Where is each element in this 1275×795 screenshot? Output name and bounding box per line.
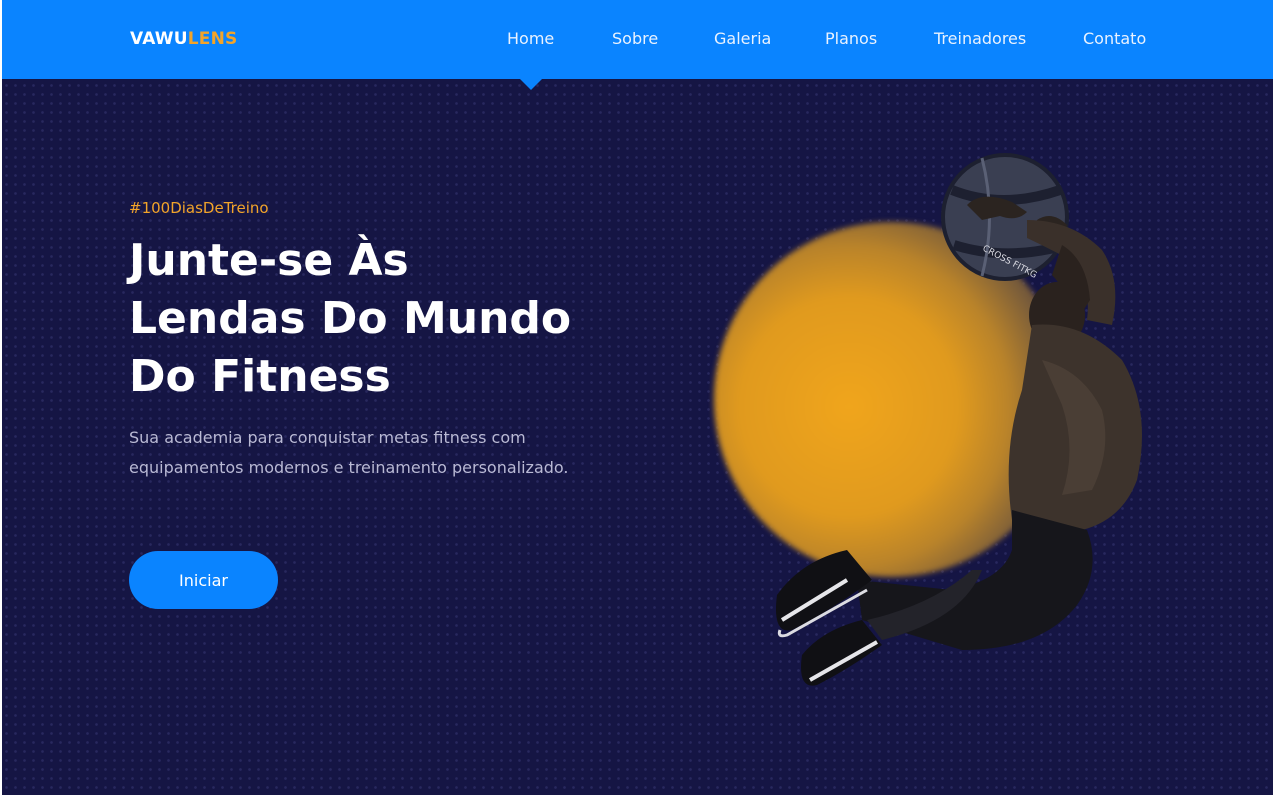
navbar: VAWULENS Home Sobre Galeria Planos Trein… bbox=[2, 0, 1273, 79]
nav-contato[interactable]: Contato bbox=[1083, 29, 1146, 48]
logo-text-accent: LENS bbox=[187, 29, 238, 49]
nav-sobre[interactable]: Sobre bbox=[612, 29, 658, 48]
nav-treinadores[interactable]: Treinadores bbox=[934, 29, 1026, 48]
nav-home[interactable]: Home bbox=[507, 29, 554, 48]
active-nav-indicator bbox=[520, 79, 542, 90]
logo-text-primary: VAWU bbox=[130, 29, 188, 49]
start-button[interactable]: Iniciar bbox=[129, 551, 278, 609]
headline-line-2: Lendas Do Mundo bbox=[129, 293, 572, 344]
hero-headline: Junte-se Às Lendas Do Mundo Do Fitness bbox=[129, 232, 609, 406]
hero-subtitle: Sua academia para conquistar metas fitne… bbox=[129, 428, 569, 477]
headline-line-3: Do Fitness bbox=[129, 351, 391, 402]
headline-line-1: Junte-se Às bbox=[129, 235, 409, 286]
brand-logo[interactable]: VAWULENS bbox=[130, 29, 237, 49]
nav-planos[interactable]: Planos bbox=[825, 29, 877, 48]
hero-hashtag: #100DiasDeTreino bbox=[129, 199, 269, 217]
athlete-illustration: CROSS FITKG bbox=[776, 153, 1142, 686]
page: VAWULENS Home Sobre Galeria Planos Trein… bbox=[2, 0, 1273, 795]
nav-galeria[interactable]: Galeria bbox=[714, 29, 771, 48]
